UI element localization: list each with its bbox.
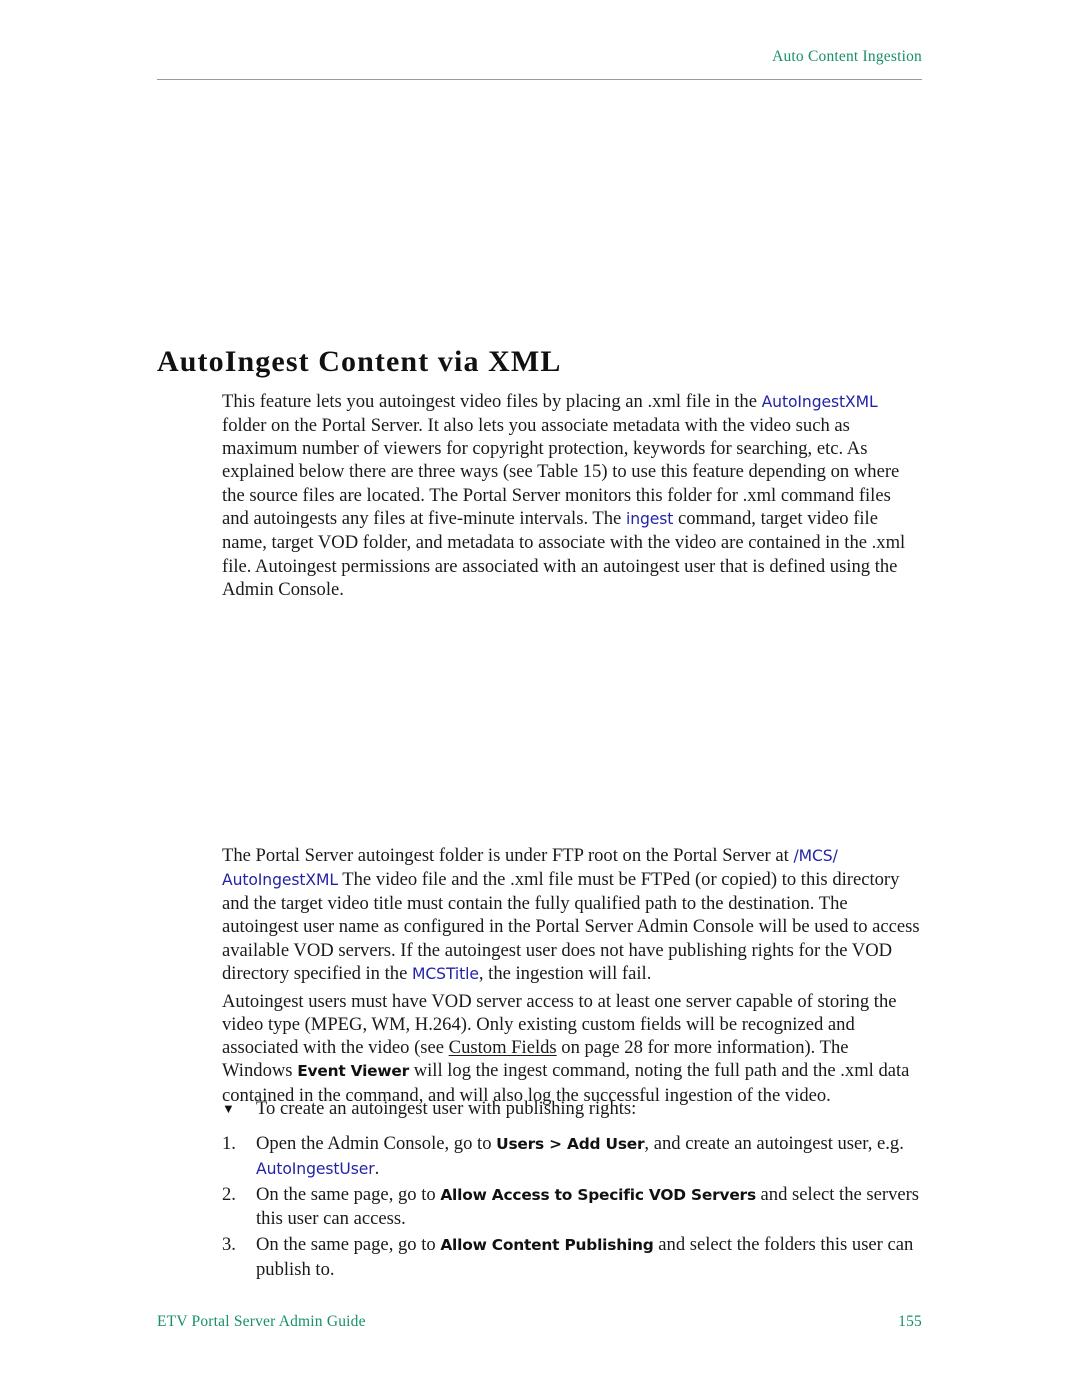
- paragraph-vod-access: Autoingest users must have VOD server ac…: [222, 990, 922, 1107]
- ui-term-allow-access-to-specific-vod-servers: Allow Access to Specific VOD Servers: [440, 1185, 756, 1204]
- triangle-down-icon: ▼: [222, 1101, 235, 1116]
- list-item: 3. On the same page, go to Allow Content …: [222, 1233, 922, 1282]
- list-item: 2. On the same page, go to Allow Access t…: [222, 1183, 922, 1232]
- document-page: Auto Content Ingestion AutoIngest Conten…: [0, 0, 1080, 1397]
- ui-term-event-viewer: Event Viewer: [297, 1062, 410, 1081]
- paragraph-folder-run-3: , the ingestion will fail.: [478, 963, 652, 985]
- ui-term-users-add-user: Users > Add User: [496, 1135, 645, 1154]
- procedure-step-list: 1. Open the Admin Console, go to Users > …: [222, 1132, 922, 1282]
- running-header-chapter-title: Auto Content Ingestion: [772, 48, 922, 65]
- running-footer: ETV Portal Server Admin Guide 155: [157, 1313, 922, 1331]
- step-1-run-2: , and create an autoingest user, e.g.: [644, 1133, 904, 1155]
- footer-document-title: ETV Portal Server Admin Guide: [157, 1313, 366, 1330]
- list-item: 1. Open the Admin Console, go to Users > …: [222, 1132, 922, 1181]
- cross-reference-custom-fields[interactable]: Custom Fields: [449, 1037, 557, 1058]
- header-divider-rule: [157, 79, 922, 80]
- step-2-run-1: On the same page, go to: [256, 1183, 441, 1205]
- paragraph-intro-run-1: This feature lets you autoingest video f…: [222, 390, 762, 412]
- procedure-heading-label: To create an autoingest user with publis…: [256, 1098, 637, 1119]
- paragraph-autoingest-folder: The Portal Server autoingest folder is u…: [222, 844, 922, 987]
- step-3-run-1: On the same page, go to: [256, 1234, 441, 1256]
- procedure-block: ▼ To create an autoingest user with publi…: [222, 1097, 922, 1284]
- footer-page-number: 155: [898, 1313, 922, 1330]
- step-number: 3.: [222, 1234, 236, 1256]
- code-autoingestuser: AutoIngestUser: [256, 1160, 375, 1178]
- code-mcstitle: MCSTitle: [412, 965, 479, 984]
- step-number: 2.: [222, 1183, 236, 1205]
- page-title: AutoIngest Content via XML: [157, 345, 562, 379]
- step-number: 1.: [222, 1133, 236, 1155]
- step-1-run-3: .: [374, 1158, 380, 1179]
- paragraph-folder-run-1: The Portal Server autoingest folder is u…: [222, 844, 794, 866]
- ui-term-allow-content-publishing: Allow Content Publishing: [440, 1236, 654, 1255]
- figure-placeholder-area: [222, 565, 922, 815]
- procedure-heading: ▼ To create an autoingest user with publi…: [222, 1097, 922, 1120]
- step-1-run-1: Open the Admin Console, go to: [256, 1133, 497, 1155]
- code-ingest-command: ingest: [625, 510, 674, 529]
- code-autoingestxml-folder: AutoIngestXML: [761, 392, 878, 411]
